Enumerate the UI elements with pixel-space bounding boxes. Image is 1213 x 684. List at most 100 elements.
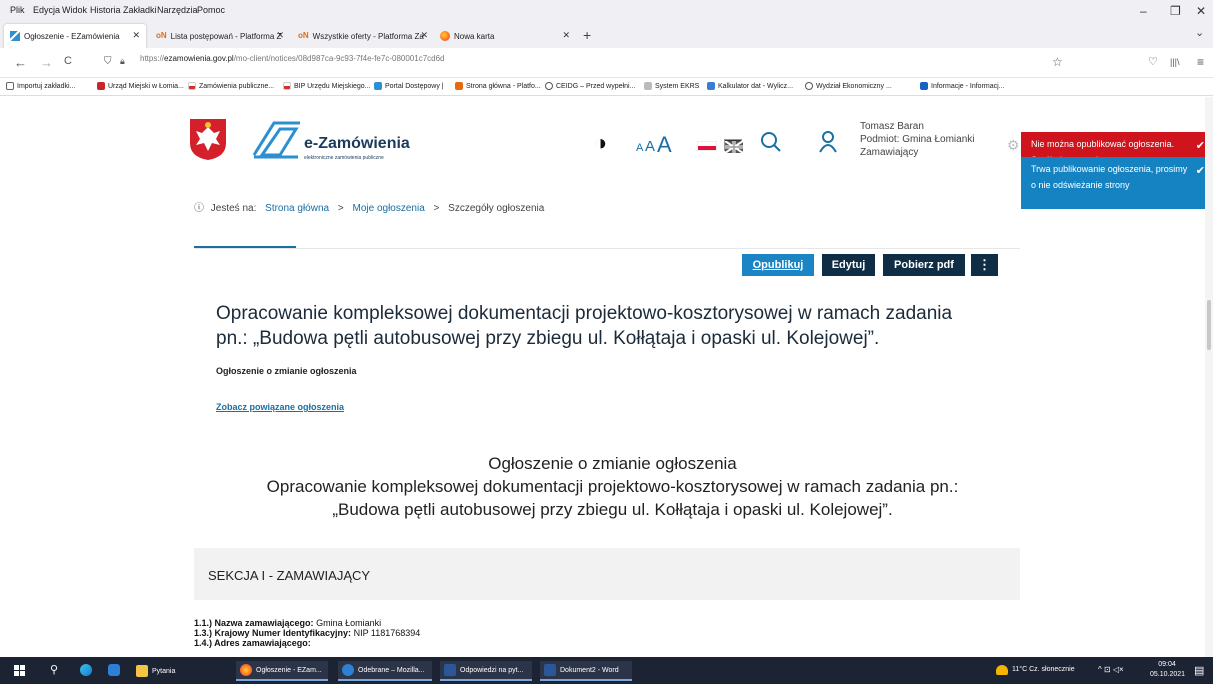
user-entity: Podmiot: Gmina Łomianki [860,134,975,145]
calculator-icon [707,82,715,90]
tab-wszystkie-oferty[interactable]: oN Wszystkie oferty - Platforma Za ✕ [292,24,434,48]
ezamowienia-icon [374,82,382,90]
search-taskbar-icon[interactable]: ⚲ [50,663,58,676]
bookmark-item[interactable]: Strona główna - Platfo... [455,82,541,90]
related-notices-link[interactable]: Zobacz powiązane ogłoszenia [216,402,344,412]
bookmark-item[interactable]: Informacje - Informacj... [920,82,1005,90]
tab-label: Ogłoszenie - EZamówienia [24,31,120,41]
minimize-button[interactable]: – [1140,4,1147,18]
site-logo-title[interactable]: e-Zamówienia [304,135,410,153]
forward-button[interactable]: → [40,55,53,70]
search-icon[interactable] [760,131,782,158]
bookmark-item[interactable]: Importuj zakładki... [6,82,75,90]
close-window-button[interactable]: ✕ [1196,4,1206,18]
tab-nowa-karta[interactable]: Nowa karta ✕ [434,24,576,48]
settings-icon[interactable]: ⚙ [1007,137,1020,154]
tab-ogloszenie[interactable]: Ogłoszenie - EZamówienia ✕ [4,24,146,48]
bookmark-item[interactable]: Zamówienia publiczne... [188,82,274,90]
taskbar-item-word-1[interactable]: Odpowiedzi na pyt... [440,661,532,681]
font-size-large-button[interactable]: A [657,132,672,158]
document-header: Ogłoszenie o zmianie ogłoszenia Opracowa… [150,452,1075,521]
scrollbar-thumb[interactable] [1207,300,1211,350]
publish-button[interactable]: Opublikuj [742,254,814,276]
system-tray-icons[interactable]: ^ ⊡ ◁× [1098,665,1124,674]
bookmark-item[interactable]: Portal Dostępowy | [374,82,444,90]
restore-button[interactable]: ❐ [1170,4,1181,18]
thunderbird-icon[interactable] [108,664,120,676]
polish-flag-icon[interactable] [697,141,717,151]
menu-widok[interactable]: Widok [62,5,87,15]
tab-close-icon[interactable]: ✕ [562,30,570,41]
clock[interactable]: 09:04 05.10.2021 [1150,660,1185,680]
bookmark-item[interactable]: System EKRS [644,82,699,90]
edit-button[interactable]: Edytuj [822,254,875,276]
flag-icon [283,82,291,90]
tab-lista-postepowan[interactable]: oN Lista postępowań - Platforma Z ✕ [150,24,290,48]
notice-title: Opracowanie kompleksowej dokumentacji pr… [216,303,953,349]
word-icon [544,664,556,676]
library-icon[interactable]: |||\ [1170,57,1180,67]
eagle-icon [644,82,652,90]
download-pdf-button[interactable]: Pobierz pdf [883,254,965,276]
menu-zakladki[interactable]: Zakładki [123,5,157,15]
english-flag-icon[interactable] [724,139,744,154]
check-icon[interactable]: ✔ [1196,163,1205,179]
tab-close-icon[interactable]: ✕ [132,30,140,41]
user-info[interactable]: Tomasz Baran Podmiot: Gmina Łomianki Zam… [860,120,975,159]
menu-narzedzia[interactable]: Narzędzia [157,5,198,15]
notice-type: Ogłoszenie o zmianie ogłoszenia [216,366,357,376]
more-options-button[interactable]: ⋮ [971,254,998,276]
firefox-icon [440,31,450,41]
platforma-icon [455,82,463,90]
breadcrumb-home-link[interactable]: Strona główna [265,203,329,214]
breadcrumb-my-notices-link[interactable]: Moje ogłoszenia [353,203,425,214]
taskbar-item-thunderbird[interactable]: Odebrane – Mozilla... [338,661,432,681]
breadcrumb: ⓘ Jesteś na: Strona główna > Moje ogłosz… [194,199,544,214]
ezamowienia-logo-icon [250,115,304,161]
bookmark-item[interactable]: CEIDG – Przed wypełni... [545,82,635,90]
font-size-small-button[interactable]: A [636,142,643,154]
menu-plik[interactable]: Plik [10,5,25,15]
thunderbird-icon [342,664,354,676]
taskbar-item-word-2[interactable]: Dokument2 - Word [540,661,632,681]
menu-historia[interactable]: Historia [90,5,121,15]
reload-button[interactable]: C [64,55,72,67]
globe-icon [805,82,813,90]
contrast-icon[interactable]: ◑ [594,130,607,156]
bookmark-item[interactable]: Urząd Miejski w Łomia... [97,82,184,90]
user-icon[interactable] [818,130,838,159]
tab-close-icon[interactable]: ✕ [420,30,428,41]
notification-center-icon[interactable]: ▤ [1194,664,1204,677]
breadcrumb-separator: > [433,203,440,214]
edge-icon[interactable] [80,664,92,676]
tab-divider [194,248,1020,249]
back-button[interactable]: ← [14,55,27,70]
font-size-medium-button[interactable]: A [645,138,655,155]
bookmark-item[interactable]: Kalkulator dat - Wylicz... [707,82,793,90]
menu-pomoc[interactable]: Pomoc [197,5,225,15]
page-content: e-Zamówienia elektroniczne zamówienia pu… [0,97,1205,657]
tracking-shield-icon[interactable]: ⛉ [104,56,112,67]
weather-icon[interactable] [996,665,1008,675]
tab-close-icon[interactable]: ✕ [276,30,284,41]
section-title: SEKCJA I - ZAMAWIAJĄCY [208,568,371,583]
bookmark-item[interactable]: BIP Urzędu Miejskiego... [283,82,371,90]
bookmark-item[interactable]: Wydział Ekonomiczny ... [805,82,892,90]
page-scrollbar[interactable] [1205,97,1213,657]
pocket-icon[interactable]: ♡ [1148,55,1158,68]
windows-start-icon[interactable] [14,665,25,676]
menu-edycja[interactable]: Edycja [33,5,60,15]
app-menu-icon[interactable]: ≡ [1197,55,1204,69]
taskbar-item-firefox[interactable]: Ogłoszenie - EZam... [236,661,328,681]
site-logo-subtitle: elektroniczne zamówienia publiczne [304,155,384,161]
new-tab-button[interactable]: + [583,27,591,43]
bookmark-star-icon[interactable]: ☆ [1052,55,1063,69]
check-icon[interactable]: ✔ [1196,138,1205,154]
tab-list-button[interactable]: ⌄ [1195,26,1204,39]
taskbar-item-pytania[interactable]: Pytania [132,661,212,681]
info-toast[interactable]: Trwa publikowanie ogłoszenia, prosimy o … [1021,157,1205,209]
tab-label: Lista postępowań - Platforma Z [170,31,282,41]
lock-icon[interactable]: 🔒︎ [120,56,125,67]
weather-text[interactable]: 11°C Cz. słonecznie [1012,666,1075,673]
url-bar[interactable]: https://ezamowienia.gov.pl/mo-client/not… [140,54,445,63]
